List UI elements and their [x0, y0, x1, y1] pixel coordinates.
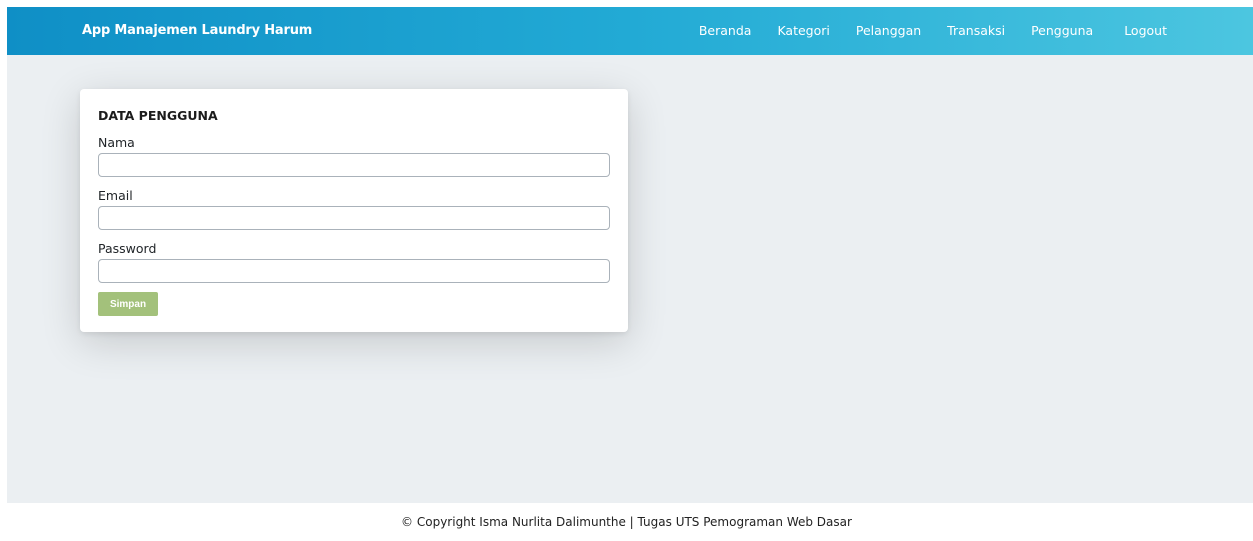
password-label: Password	[98, 241, 157, 256]
page-frame: App Manajemen Laundry Harum Beranda Kate…	[7, 7, 1253, 503]
nav-item-beranda[interactable]: Beranda	[686, 7, 765, 55]
email-label: Email	[98, 188, 133, 203]
nav-item-transaksi[interactable]: Transaksi	[934, 7, 1018, 55]
password-input[interactable]	[98, 259, 610, 283]
nav-item-pelanggan[interactable]: Pelanggan	[843, 7, 934, 55]
save-button[interactable]: Simpan	[98, 292, 158, 316]
brand-title[interactable]: App Manajemen Laundry Harum	[82, 7, 312, 55]
nav-item-kategori[interactable]: Kategori	[764, 7, 842, 55]
nav-item-pengguna[interactable]: Pengguna	[1018, 7, 1106, 55]
form-title: DATA PENGGUNA	[98, 108, 218, 123]
email-input[interactable]	[98, 206, 610, 230]
navbar: App Manajemen Laundry Harum Beranda Kate…	[7, 7, 1253, 55]
name-input[interactable]	[98, 153, 610, 177]
footer-copyright: © Copyright Isma Nurlita Dalimunthe | Tu…	[401, 515, 852, 529]
name-label: Nama	[98, 135, 135, 150]
nav-menu: Beranda Kategori Pelanggan Transaksi Pen…	[686, 7, 1180, 55]
user-form-card: DATA PENGGUNA Nama Email Password Simpan	[80, 89, 628, 332]
nav-item-logout[interactable]: Logout	[1111, 7, 1180, 55]
